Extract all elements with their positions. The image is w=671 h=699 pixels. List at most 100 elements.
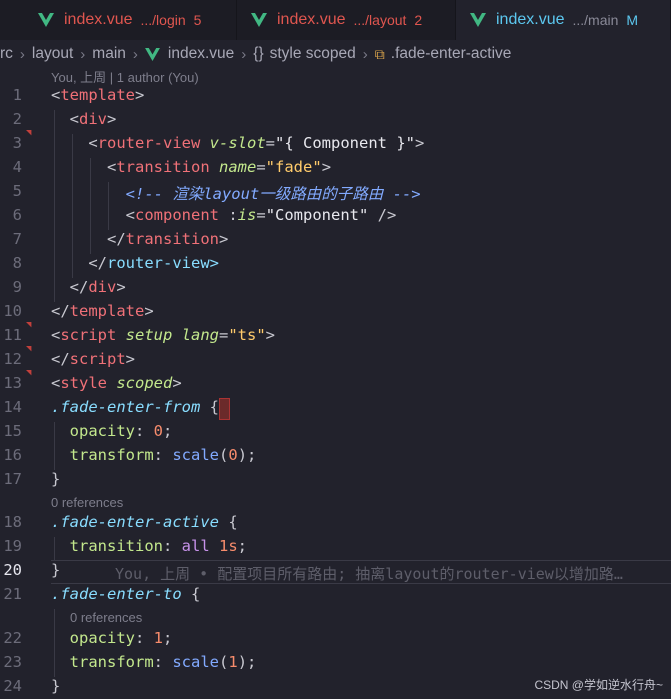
- line-number: 2: [12, 110, 22, 128]
- line-number: 12: [3, 350, 22, 368]
- code-line[interactable]: transition: all 1s;: [51, 537, 247, 555]
- line-number: 23: [3, 653, 22, 671]
- gutter-change-marker: ◥: [26, 128, 32, 138]
- code-token: (: [219, 653, 229, 671]
- tab-filename: index.vue: [496, 11, 565, 28]
- chevron-right-icon: ›: [241, 45, 247, 63]
- breadcrumb-segment-src[interactable]: rc: [0, 45, 13, 63]
- codelens-author[interactable]: You, 上周 | 1 author (You): [51, 67, 199, 86]
- editor-tab-2[interactable]: index.vue .../layout 2: [237, 0, 456, 40]
- code-token: <: [51, 374, 61, 392]
- editor-tab-1[interactable]: index.vue .../login 5: [0, 0, 237, 40]
- code-token: >: [265, 326, 276, 344]
- code-token: scale: [172, 653, 220, 671]
- code-line[interactable]: <component :is="Component" />: [51, 206, 397, 224]
- breadcrumb-style-scoped[interactable]: style scoped: [270, 45, 356, 63]
- code-token: div: [88, 278, 117, 296]
- bracket-match-highlight: [219, 398, 230, 420]
- breadcrumb-file[interactable]: index.vue: [168, 45, 234, 63]
- code-line[interactable]: </template>: [51, 302, 154, 320]
- code-token: ;: [163, 629, 173, 647]
- line-number: 16: [3, 446, 22, 464]
- code-line[interactable]: <div>: [51, 110, 117, 128]
- code-token: setup: [125, 326, 182, 344]
- breadcrumb-segment-main[interactable]: main: [92, 45, 126, 63]
- editor-tab-3[interactable]: index.vue .../main M: [456, 0, 671, 40]
- line-number: 19: [3, 537, 22, 555]
- breadcrumb-symbol[interactable]: .fade-enter-active: [391, 45, 512, 63]
- code-token: ": [265, 158, 276, 176]
- indent-guide: [54, 609, 55, 677]
- tab-badge: M: [626, 12, 639, 28]
- code-token: );: [237, 653, 257, 671]
- code-line[interactable]: </div>: [51, 278, 126, 296]
- code-token: >: [415, 134, 425, 152]
- indent-guide: [108, 182, 109, 230]
- code-token: </: [69, 278, 89, 296]
- code-line[interactable]: .fade-enter-active {: [51, 513, 238, 531]
- code-token: >: [321, 158, 332, 176]
- codelens-references[interactable]: 0 references: [51, 495, 123, 510]
- line-number: 3: [12, 134, 22, 152]
- line-number: 9: [12, 278, 22, 296]
- code-token: <: [88, 134, 98, 152]
- code-line[interactable]: }: [51, 470, 60, 488]
- code-token: "ts": [228, 326, 266, 344]
- code-token: }: [51, 470, 61, 488]
- code-line[interactable]: .fade-enter-from {: [51, 398, 219, 416]
- indent-guide: [54, 537, 55, 561]
- code-line[interactable]: <router-view v-slot="{ Component }">: [51, 134, 424, 152]
- code-token: transition: [125, 230, 219, 248]
- code-line[interactable]: .fade-enter-to {: [51, 585, 200, 603]
- code-token: transform: [69, 446, 154, 464]
- code-token: </: [51, 350, 70, 368]
- code-token: .fade-enter-to: [51, 585, 191, 603]
- indent-guide: [72, 134, 73, 278]
- code-token: script: [60, 326, 126, 344]
- code-line[interactable]: }: [51, 677, 60, 695]
- code-line[interactable]: opacity: 1;: [51, 629, 173, 647]
- code-token: />: [368, 206, 397, 224]
- code-line[interactable]: <template>: [51, 86, 144, 104]
- code-line[interactable]: opacity: 0;: [51, 422, 173, 440]
- code-token: 0: [228, 446, 238, 464]
- code-line[interactable]: transform: scale(0);: [51, 446, 257, 464]
- vue-file-icon: [470, 13, 486, 27]
- code-line[interactable]: </script>: [51, 350, 135, 368]
- code-token: ;: [163, 422, 173, 440]
- code-line[interactable]: transform: scale(1);: [51, 653, 257, 671]
- vue-file-icon: [251, 13, 267, 27]
- vue-file-icon: [38, 13, 54, 27]
- line-number: 18: [3, 513, 22, 531]
- code-token: opacity: [69, 629, 135, 647]
- code-line[interactable]: </router-view>: [51, 254, 219, 272]
- line-number: 17: [3, 470, 22, 488]
- code-token: template: [60, 86, 135, 104]
- line-number: 8: [12, 254, 22, 272]
- line-number: 4: [12, 158, 22, 176]
- code-token: >: [116, 278, 126, 296]
- code-token: <: [69, 110, 80, 128]
- code-token: :: [153, 653, 173, 671]
- code-line[interactable]: <style scoped>: [51, 374, 182, 392]
- breadcrumb: rc › layout › main › index.vue › {} styl…: [0, 42, 511, 66]
- code-line[interactable]: <transition name="fade">: [51, 158, 331, 176]
- code-token: :: [135, 629, 154, 647]
- code-line[interactable]: <!-- 渲染layout一级路由的子路由 -->: [51, 182, 421, 204]
- code-token: .fade-enter-from: [51, 398, 210, 416]
- code-token: component: [135, 206, 229, 224]
- code-line[interactable]: </transition>: [51, 230, 228, 248]
- code-line[interactable]: <script setup lang="ts">: [51, 326, 275, 344]
- code-token: 0: [153, 422, 164, 440]
- line-number: 13: [3, 374, 22, 392]
- code-token: {: [190, 585, 201, 603]
- breadcrumb-segment-layout[interactable]: layout: [32, 45, 73, 63]
- code-token: .fade-enter-active: [51, 513, 229, 531]
- code-token: {: [209, 398, 219, 416]
- codelens-references[interactable]: 0 references: [70, 610, 142, 625]
